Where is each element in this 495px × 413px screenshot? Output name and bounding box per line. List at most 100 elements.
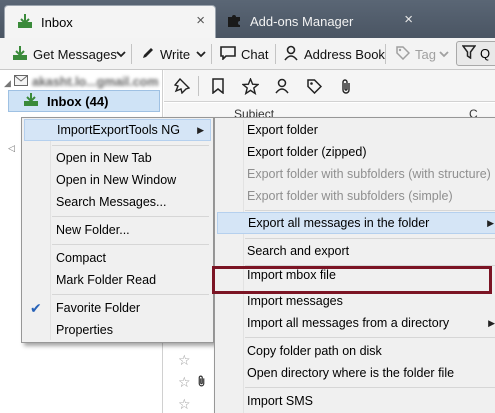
- menu-item-label: Export folder with subfolders (with stru…: [247, 167, 491, 181]
- menu-item-copy-folder-path[interactable]: Copy folder path on disk: [217, 340, 495, 362]
- menu-item-compact[interactable]: Compact: [24, 247, 211, 269]
- tag-icon[interactable]: [304, 76, 324, 96]
- toolbar-separator: [211, 44, 212, 64]
- menu-item-open-new-window[interactable]: Open in New Window: [24, 169, 211, 191]
- funnel-icon: [461, 45, 477, 62]
- get-messages-dropdown[interactable]: [116, 42, 126, 66]
- quick-filter-button[interactable]: Q: [456, 41, 495, 66]
- folder-label: Inbox (44): [47, 93, 109, 109]
- paperclip-icon: [197, 374, 206, 391]
- menu-item-label: Mark Folder Read: [56, 273, 157, 287]
- chevron-down-icon: [116, 47, 126, 62]
- menu-item-label: Favorite Folder: [56, 301, 141, 315]
- write-label: Write: [160, 46, 191, 62]
- paperclip-icon[interactable]: [336, 76, 356, 96]
- menu-item-export-subfolders-simple: Export folder with subfolders (simple): [217, 185, 495, 207]
- checkmark-icon: ✔: [30, 299, 42, 316]
- close-icon[interactable]: ×: [404, 12, 413, 27]
- menu-item-open-new-tab[interactable]: Open in New Tab: [24, 147, 211, 169]
- get-messages-label: Get Messages: [33, 46, 117, 62]
- get-messages-button[interactable]: Get Messages: [12, 42, 117, 66]
- address-book-button[interactable]: Address Book: [283, 42, 385, 66]
- contact-icon[interactable]: [272, 76, 292, 96]
- menu-item-favorite-folder[interactable]: ✔ Favorite Folder: [24, 297, 211, 319]
- address-book-label: Address Book: [304, 46, 385, 62]
- menu-item-mark-folder-read[interactable]: Mark Folder Read: [24, 269, 211, 291]
- menu-item-label: Copy folder path on disk: [247, 344, 382, 358]
- folder-inbox[interactable]: Inbox (44): [8, 90, 160, 112]
- chat-label: Chat: [241, 46, 269, 62]
- account-row[interactable]: akasht.lo...gmail.com: [14, 75, 158, 89]
- menu-item-search-and-export[interactable]: Search and export: [217, 240, 495, 262]
- pin-icon[interactable]: [172, 76, 192, 96]
- menu-separator: [245, 238, 495, 239]
- menu-item-export-subfolders-structure: Export folder with subfolders (with stru…: [217, 163, 495, 185]
- menu-item-export-folder-zipped[interactable]: Export folder (zipped): [217, 141, 495, 163]
- chevron-down-icon: [439, 47, 449, 62]
- menu-item-open-folder-directory[interactable]: Open directory where is the folder file: [217, 362, 495, 384]
- menu-item-label: Properties: [56, 323, 113, 337]
- quick-filter-bar: [164, 70, 495, 102]
- menu-item-label: Search Messages...: [56, 195, 167, 209]
- menu-item-label: Import all messages from a directory: [247, 316, 450, 330]
- tab-label: Add-ons Manager: [250, 14, 354, 29]
- filter-separator: [198, 76, 199, 96]
- menu-item-export-folder[interactable]: Export folder: [217, 119, 495, 141]
- menu-item-export-all-messages[interactable]: Export all messages in the folder ▶: [217, 212, 495, 234]
- menu-separator: [52, 216, 209, 217]
- menu-item-label: Compact: [56, 251, 107, 265]
- menu-item-label: Export folder: [247, 123, 318, 137]
- person-icon: [283, 45, 299, 64]
- menu-item-import-sms[interactable]: Import SMS: [217, 390, 495, 412]
- menu-item-label: New Folder...: [56, 223, 130, 237]
- envelope-icon: [14, 75, 28, 89]
- tag-icon: [396, 45, 411, 63]
- highlight-callout-box: [212, 266, 492, 294]
- menu-item-label: Search and export: [247, 244, 350, 258]
- menu-item-label: ImportExportTools NG: [57, 123, 180, 137]
- star-icon[interactable]: ☆: [178, 396, 191, 413]
- importexport-submenu: Export folder Export folder (zipped) Exp…: [214, 117, 495, 413]
- quick-filter-label: Q: [480, 46, 491, 61]
- menu-separator: [52, 294, 209, 295]
- menu-item-search-messages[interactable]: Search Messages...: [24, 191, 211, 213]
- inbox-icon: [23, 92, 39, 110]
- expand-twisty-icon[interactable]: ◁: [8, 143, 15, 154]
- menu-item-label: Export folder with subfolders (simple): [247, 189, 453, 203]
- menu-item-label: Export all messages in the folder: [248, 216, 430, 230]
- tab-bar: Inbox × Add-ons Manager ×: [0, 0, 495, 38]
- bookmark-icon[interactable]: [208, 76, 228, 96]
- chat-button[interactable]: Chat: [220, 42, 268, 66]
- tab-addons-manager[interactable]: Add-ons Manager ×: [218, 5, 423, 38]
- inbox-icon: [17, 13, 33, 32]
- menu-item-importexporttools[interactable]: ImportExportTools NG ▶: [24, 119, 211, 141]
- toolbar-separator: [385, 44, 386, 64]
- submenu-arrow-icon: ▶: [197, 124, 204, 135]
- write-dropdown[interactable]: [196, 42, 206, 66]
- collapse-twisty-icon[interactable]: ◢: [4, 78, 11, 89]
- write-button[interactable]: Write: [141, 42, 190, 66]
- download-icon: [12, 45, 28, 64]
- menu-item-label: Import messages: [247, 294, 343, 308]
- pencil-icon: [141, 46, 155, 63]
- toolbar-separator: [275, 44, 276, 64]
- menu-separator: [245, 337, 495, 338]
- menu-separator: [245, 387, 495, 388]
- star-icon[interactable]: ☆: [178, 352, 191, 369]
- close-icon[interactable]: ×: [196, 13, 205, 28]
- menu-item-import-all-from-directory[interactable]: Import all messages from a directory ▶: [217, 312, 495, 334]
- menu-item-new-folder[interactable]: New Folder...: [24, 219, 211, 241]
- menu-item-label: Import SMS: [247, 394, 313, 408]
- menu-item-label: Export folder (zipped): [247, 145, 367, 159]
- folder-context-menu: ImportExportTools NG ▶ Open in New Tab O…: [21, 117, 214, 343]
- tab-label: Inbox: [41, 14, 73, 30]
- star-icon[interactable]: ☆: [178, 374, 191, 391]
- menu-item-label: Open directory where is the folder file: [247, 366, 455, 380]
- menu-separator: [245, 210, 495, 211]
- menu-item-properties[interactable]: Properties: [24, 319, 211, 341]
- star-icon[interactable]: [240, 76, 260, 96]
- tab-inbox[interactable]: Inbox ×: [4, 5, 216, 38]
- menu-separator: [52, 145, 209, 146]
- tag-button[interactable]: Tag: [396, 42, 436, 66]
- tag-dropdown[interactable]: [439, 42, 449, 66]
